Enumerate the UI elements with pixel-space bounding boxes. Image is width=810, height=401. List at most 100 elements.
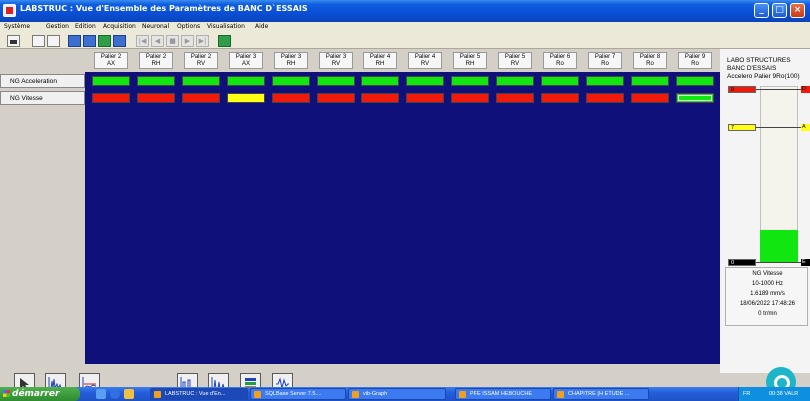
status-indicator[interactable] xyxy=(406,93,444,103)
menu-neuronal[interactable]: Neuronal xyxy=(142,23,169,30)
print-icon[interactable] xyxy=(7,35,20,47)
task-labstruc[interactable]: LABSTRUC : Vue d'En... xyxy=(150,388,248,400)
column-header[interactable]: Palier 2 RV xyxy=(184,52,218,69)
column-header[interactable]: Palier 3 RH xyxy=(274,52,308,69)
menu-visualisation[interactable]: Visualisation xyxy=(207,23,245,30)
column-header[interactable]: Palier 7 Ro xyxy=(588,52,622,69)
tray-clock: 00:38 VALR xyxy=(769,391,799,397)
menu-gestion[interactable]: Gestion xyxy=(46,23,69,30)
close-button[interactable]: × xyxy=(790,3,805,18)
column-header[interactable]: Palier 2 RH xyxy=(139,52,173,69)
status-indicator[interactable] xyxy=(451,93,489,103)
column-header[interactable]: Palier 6 Ro xyxy=(543,52,577,69)
chart-icon[interactable] xyxy=(83,35,96,47)
grid-icon[interactable] xyxy=(98,35,111,47)
column-header-line1: Palier 3 xyxy=(280,54,302,60)
info-band: 10-1000 Hz xyxy=(751,281,784,287)
first-icon[interactable]: |◀ xyxy=(136,35,149,47)
column-header[interactable]: Palier 5 RH xyxy=(453,52,487,69)
edge-label-e: E xyxy=(801,259,810,266)
status-indicator[interactable] xyxy=(317,76,355,86)
status-indicator[interactable] xyxy=(92,76,130,86)
threshold-marker-danger[interactable]: 9 xyxy=(728,86,756,93)
menu-acquisition[interactable]: Acquisition xyxy=(103,23,136,30)
status-indicator[interactable] xyxy=(227,93,265,103)
config-icon[interactable] xyxy=(68,35,81,47)
start-button[interactable]: démarrer xyxy=(0,387,80,401)
open-icon[interactable] xyxy=(32,35,45,47)
display-icon[interactable] xyxy=(218,35,231,47)
indicator-grid xyxy=(85,72,720,364)
status-indicator[interactable] xyxy=(631,76,669,86)
row-label-acceleration[interactable]: NG Acceleration xyxy=(0,74,85,88)
status-indicator[interactable] xyxy=(496,93,534,103)
column-header-line1: Palier 4 xyxy=(414,54,436,60)
menu-edition[interactable]: Edition xyxy=(75,23,96,30)
menu-options[interactable]: Options xyxy=(177,23,200,30)
column-header[interactable]: Palier 4 RH xyxy=(363,52,397,69)
play-icon[interactable]: ▶ xyxy=(181,35,194,47)
status-indicator[interactable] xyxy=(361,93,399,103)
threshold-marker-zero[interactable]: 0 xyxy=(728,259,756,266)
menu-systeme[interactable]: Système xyxy=(4,23,30,30)
status-indicator[interactable] xyxy=(317,93,355,103)
task-vibgraph[interactable]: vib-Graph xyxy=(348,388,446,400)
quicklaunch-explorer-icon[interactable] xyxy=(124,389,134,399)
maximize-button[interactable]: □ xyxy=(772,3,787,18)
status-indicator[interactable] xyxy=(496,76,534,86)
status-indicator[interactable] xyxy=(137,76,175,86)
status-indicator[interactable] xyxy=(182,76,220,86)
status-indicator[interactable] xyxy=(631,93,669,103)
gauge-level xyxy=(760,230,798,262)
edge-label-d: D xyxy=(801,86,810,93)
quicklaunch-desktop-icon[interactable] xyxy=(96,389,106,399)
status-indicator[interactable] xyxy=(586,93,624,103)
column-header-line2: RH xyxy=(375,61,385,67)
prev-icon[interactable]: ◀ xyxy=(151,35,164,47)
column-header[interactable]: Palier 3 AX xyxy=(229,52,263,69)
status-indicator[interactable] xyxy=(361,76,399,86)
status-indicator[interactable] xyxy=(451,76,489,86)
threshold-marker-alarm[interactable]: 7 xyxy=(728,124,756,131)
row-label-vitesse[interactable]: NG Vitesse xyxy=(0,91,85,105)
quicklaunch-ie-icon[interactable] xyxy=(110,389,120,399)
save-icon[interactable] xyxy=(47,35,60,47)
status-indicator[interactable] xyxy=(137,93,175,103)
status-indicator[interactable] xyxy=(541,93,579,103)
edit-icon[interactable] xyxy=(113,35,126,47)
status-indicator[interactable] xyxy=(272,76,310,86)
stop-icon[interactable]: ■ xyxy=(166,35,179,47)
status-indicator[interactable] xyxy=(676,93,714,103)
status-indicator[interactable] xyxy=(541,76,579,86)
status-indicator[interactable] xyxy=(676,76,714,86)
column-header[interactable]: Palier 5 RV xyxy=(498,52,532,69)
column-header[interactable]: Palier 9 Ro xyxy=(678,52,712,69)
status-indicator[interactable] xyxy=(182,93,220,103)
toolbar: |◀ ◀ ■ ▶ ▶| xyxy=(0,32,810,49)
column-header[interactable]: Palier 8 Ro xyxy=(633,52,667,69)
column-header-line1: Palier 5 xyxy=(459,54,481,60)
column-header-line1: Palier 8 xyxy=(639,54,661,60)
window-title: LABSTRUC : Vue d'Ensemble des Paramètres… xyxy=(20,4,308,13)
status-indicator[interactable] xyxy=(92,93,130,103)
info-measure: NG Vitesse xyxy=(752,271,783,277)
status-indicator[interactable] xyxy=(227,76,265,86)
task-pfe[interactable]: PFE ISSAM HEBOUCHE xyxy=(455,388,551,400)
task-chapitre[interactable]: CHAPITRE (H ETUDE ... xyxy=(553,388,649,400)
last-icon[interactable]: ▶| xyxy=(196,35,209,47)
column-header[interactable]: Palier 3 RV xyxy=(319,52,353,69)
status-indicator[interactable] xyxy=(272,93,310,103)
sensor-name: Accelero Palier 9Ro(100) xyxy=(727,73,800,80)
column-header[interactable]: Palier 4 RV xyxy=(408,52,442,69)
column-header-line2: RH xyxy=(286,61,296,67)
edge-label-a: A xyxy=(801,124,810,131)
status-indicator[interactable] xyxy=(406,76,444,86)
title-bar[interactable]: LABSTRUC : Vue d'Ensemble des Paramètres… xyxy=(0,0,810,22)
measurement-info: NG Vitesse 10-1000 Hz 1.6189 mm/s 18/06/… xyxy=(725,267,808,326)
column-header[interactable]: Palier 2 AX xyxy=(94,52,128,69)
status-indicator[interactable] xyxy=(586,76,624,86)
menu-aide[interactable]: Aide xyxy=(255,23,268,30)
minimize-button[interactable]: _ xyxy=(754,3,769,18)
tray-language[interactable]: FR xyxy=(743,387,750,401)
task-sqlbase[interactable]: SQLBase Server 7.5.... xyxy=(250,388,346,400)
